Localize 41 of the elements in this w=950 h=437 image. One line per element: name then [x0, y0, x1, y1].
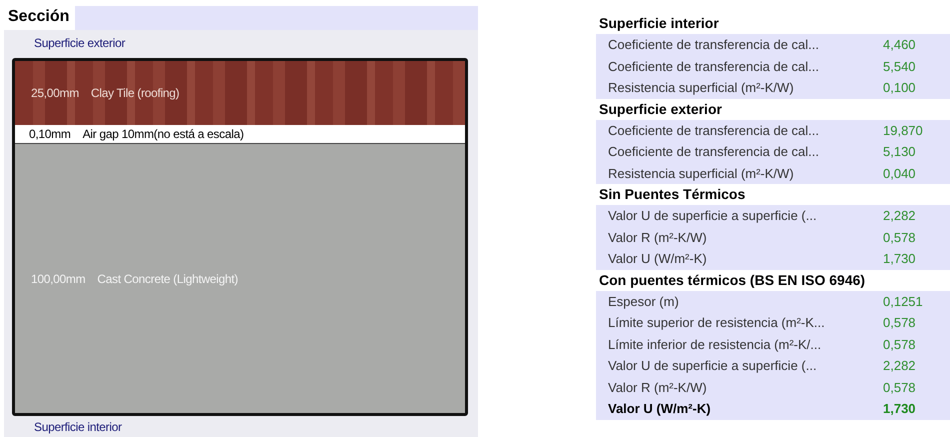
property-value: 0,578	[883, 336, 916, 352]
property-value: 2,282	[883, 208, 916, 224]
property-label: Coeficiente de transferencia de cal...	[607, 37, 820, 52]
property-label: Valor R (m²-K/W)	[607, 380, 708, 395]
surface-label: Superficie interior	[33, 419, 123, 436]
property-value: 4,460	[883, 37, 916, 52]
property-value: 5,540	[883, 58, 916, 74]
property-label: Resistencia superficial (m²-K/W)	[607, 80, 795, 96]
surface-label: Superficie exterior	[33, 35, 126, 52]
property-label: Valor U de superficie a superficie (...	[607, 358, 818, 374]
property-label: Límite superior de resistencia (m²-K...	[607, 315, 826, 330]
property-label: Valor U (W/m²-K)	[607, 401, 712, 416]
property-value: 1,730	[883, 251, 916, 266]
property-value: 0,1251	[883, 294, 923, 309]
group-title: Superficie exterior	[596, 100, 722, 116]
property-value: 0,578	[883, 315, 916, 330]
layer-material: Air gap 10mm(no está a escala)	[82, 127, 244, 141]
property-value: 1,730	[883, 401, 916, 416]
property-label: Resistencia superficial (m²-K/W)	[607, 166, 795, 181]
property-value: 0,040	[883, 166, 916, 181]
property-label: Coeficiente de transferencia de cal...	[607, 58, 820, 74]
group-title: Superficie interior	[596, 15, 719, 31]
group-title: Sin Puentes Térmicos	[596, 186, 746, 202]
property-value: 2,282	[883, 358, 916, 374]
property-label: Coeficiente de transferencia de cal...	[607, 122, 820, 138]
property-label: Valor U (W/m²-K)	[607, 251, 708, 266]
property-label: Espesor (m)	[607, 294, 680, 309]
property-value: 5,130	[883, 144, 916, 160]
property-label: Coeficiente de transferencia de cal...	[607, 144, 820, 160]
property-value: 0,100	[883, 80, 916, 96]
layer-thickness: 25,00mm	[31, 86, 79, 100]
layer-thickness: 0,10mm	[29, 127, 71, 141]
property-value: 0,578	[883, 380, 916, 395]
property-value: 0,578	[883, 230, 916, 245]
property-value: 19,870	[883, 122, 923, 138]
layer-thickness: 100,00mm	[31, 272, 86, 286]
property-label: Valor R (m²-K/W)	[607, 230, 708, 245]
property-label: Valor U de superficie a superficie (...	[607, 208, 818, 224]
property-label: Límite inferior de resistencia (m²-K/...	[607, 336, 822, 352]
layer-material: Clay Tile (roofing)	[90, 86, 180, 100]
layer-material: Cast Concrete (Lightweight)	[97, 272, 238, 286]
